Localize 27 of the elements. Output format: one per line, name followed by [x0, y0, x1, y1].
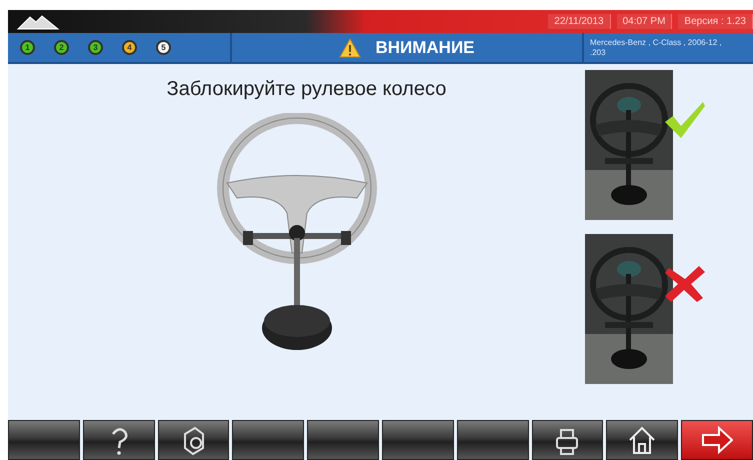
- step-indicator[interactable]: 2: [54, 40, 69, 55]
- toolbar-button[interactable]: [8, 420, 80, 460]
- time-text: 04:07 PM: [616, 14, 672, 29]
- next-arrow-icon: [701, 424, 734, 456]
- step-indicator[interactable]: 1: [20, 40, 35, 55]
- toolbar-button[interactable]: [382, 420, 454, 460]
- printer-button[interactable]: [532, 420, 604, 460]
- warning-icon: [339, 38, 362, 58]
- step-indicator[interactable]: 5: [156, 40, 171, 55]
- home-button[interactable]: [606, 420, 678, 460]
- help-button[interactable]: [82, 420, 155, 460]
- instruction-text: Заблокируйте рулевое колесо: [166, 78, 446, 101]
- vehicle-info: .203: [590, 48, 607, 58]
- cross-icon: [663, 264, 707, 304]
- date-text: 22/11/2013: [548, 14, 611, 29]
- toolbar-button[interactable]: [456, 420, 529, 460]
- alert-title: ВНИМАНИЕ: [375, 38, 475, 58]
- vehicle-info: Mercedes-Benz , C-Class , 2006-12 ,: [590, 38, 722, 48]
- mountain-logo: [16, 12, 60, 30]
- next-button[interactable]: [681, 420, 753, 460]
- version-text: Версия : 1.23: [678, 14, 753, 29]
- toolbar-button[interactable]: [307, 420, 379, 460]
- step-indicator[interactable]: 4: [122, 40, 137, 55]
- toolbar-button[interactable]: [232, 420, 304, 460]
- tool-button[interactable]: [158, 420, 230, 460]
- check-icon: [663, 100, 707, 140]
- step-indicator[interactable]: 3: [88, 40, 103, 55]
